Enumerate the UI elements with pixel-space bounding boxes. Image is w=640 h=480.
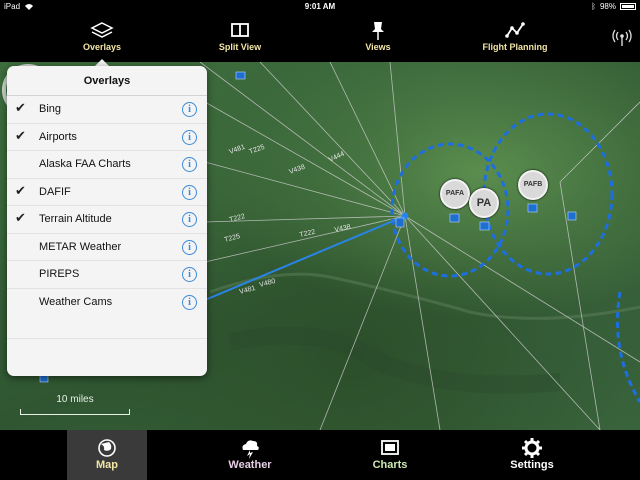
- gps-signal-icon[interactable]: [612, 28, 632, 48]
- checkmark-icon: ✔: [15, 183, 26, 199]
- overlay-label: Bing: [39, 103, 62, 115]
- info-icon[interactable]: i: [182, 212, 197, 227]
- overlay-row[interactable]: ✔ Terrain Altitude i: [7, 206, 207, 234]
- popover-footer: [7, 338, 207, 362]
- airway-label: V481: [239, 285, 257, 296]
- terrain-shade: [228, 326, 561, 394]
- info-icon[interactable]: i: [182, 102, 197, 117]
- info-icon[interactable]: i: [182, 157, 197, 172]
- tab-weather[interactable]: Weather: [210, 430, 290, 480]
- airway-label: V444: [328, 151, 346, 164]
- airway-label: V480: [259, 278, 277, 289]
- scale-label: 10 miles: [56, 394, 94, 405]
- map-marker: [395, 217, 405, 228]
- overlay-row[interactable]: PIREPS i: [7, 261, 207, 289]
- overlays-button[interactable]: Overlays: [72, 14, 132, 62]
- info-icon[interactable]: i: [182, 294, 197, 310]
- overlays-label: Overlays: [82, 42, 122, 52]
- overlay-label: PIREPS: [39, 268, 80, 280]
- airway-label: T222: [229, 213, 246, 224]
- airway-label: T225: [248, 144, 265, 156]
- airway-label: T225: [224, 233, 241, 244]
- bottom-tab-bar: Map Weather Charts Settings: [0, 430, 640, 480]
- map-marker: [527, 203, 538, 213]
- airport-marker-pafa[interactable]: PAFA: [440, 179, 470, 209]
- flight-planning-label: Flight Planning: [482, 42, 548, 52]
- checkmark-icon: ✔: [15, 128, 26, 144]
- airway-label: V481: [228, 144, 246, 156]
- route-icon: [505, 22, 525, 38]
- scale-line: [20, 409, 130, 415]
- checkmark-icon: [15, 157, 29, 171]
- top-toolbar: Overlays Split View Views Flight Plannin…: [0, 14, 640, 62]
- overlay-label: METAR Weather: [39, 240, 122, 253]
- overlays-popover: Overlays ✔ Bing i ✔ Airports i Alaska FAA Char…: [7, 66, 207, 376]
- tab-settings[interactable]: Settings: [492, 430, 572, 480]
- split-view-button[interactable]: Split View: [210, 14, 270, 62]
- bluetooth-icon: ᛒ: [591, 2, 596, 11]
- info-icon[interactable]: i: [182, 239, 197, 255]
- views-label: Views: [365, 42, 391, 52]
- info-icon[interactable]: i: [182, 267, 197, 282]
- checkmark-icon: [15, 240, 29, 254]
- split-view-label: Split View: [218, 42, 262, 52]
- layers-icon: [90, 22, 114, 38]
- overlay-row[interactable]: METAR Weather i: [7, 234, 207, 261]
- overlay-label: Alaska FAA Charts: [39, 158, 131, 170]
- overlay-label: Terrain Altitude: [39, 213, 112, 225]
- overlay-row[interactable]: ✔ Airports i: [7, 124, 207, 151]
- map-marker: [449, 213, 460, 223]
- overlay-row[interactable]: Alaska FAA Charts i: [7, 151, 207, 179]
- flight-planning-button[interactable]: Flight Planning: [470, 14, 560, 62]
- checkmark-icon: ✔: [15, 211, 26, 226]
- split-view-icon: [231, 23, 249, 37]
- tab-map-label: Map: [96, 459, 118, 471]
- info-icon[interactable]: i: [182, 184, 197, 200]
- airspace-boundaries: [390, 112, 640, 403]
- overlay-label: Airports: [39, 130, 77, 143]
- overlay-row[interactable]: ✔ DAFIF i: [7, 179, 207, 206]
- status-bar: iPad 9:01 AM ᛒ 98%: [0, 0, 640, 14]
- views-button[interactable]: Views: [348, 14, 408, 62]
- chart-icon: [381, 440, 399, 455]
- tab-charts[interactable]: Charts: [350, 430, 430, 480]
- map-marker: [235, 71, 246, 80]
- overlay-row[interactable]: ✔ Bing i: [7, 96, 207, 124]
- tab-map[interactable]: Map: [67, 430, 147, 480]
- checkmark-icon: ✔: [15, 101, 26, 116]
- tab-charts-label: Charts: [372, 459, 408, 471]
- checkmark-icon: [15, 295, 29, 309]
- map-marker: [567, 211, 577, 221]
- tab-weather-label: Weather: [228, 459, 272, 471]
- popover-title: Overlays: [7, 66, 207, 96]
- overlay-label: DAFIF: [39, 185, 71, 198]
- airway-label: V438: [288, 164, 306, 176]
- pushpin-icon: [372, 22, 384, 40]
- storm-cloud-icon: [242, 440, 259, 459]
- map-marker: [479, 221, 490, 231]
- map-scale-bar: 10 miles: [20, 394, 130, 416]
- airport-marker-pa[interactable]: PA: [469, 188, 499, 218]
- clock: 9:01 AM: [304, 2, 336, 11]
- battery-percent: 98%: [599, 2, 616, 11]
- battery-icon: [620, 3, 636, 10]
- overlay-label: Weather Cams: [39, 295, 113, 308]
- overlay-list: ✔ Bing i ✔ Airports i Alaska FAA Charts i ✔ DAFIF…: [7, 96, 207, 316]
- globe-icon: [98, 439, 116, 457]
- info-icon[interactable]: i: [182, 129, 197, 145]
- gear-icon: [522, 438, 542, 458]
- tab-settings-label: Settings: [510, 459, 554, 471]
- airport-marker-pafb[interactable]: PAFB: [518, 170, 548, 200]
- overlay-row[interactable]: Weather Cams i: [7, 289, 207, 317]
- airway-label: V438: [334, 224, 352, 234]
- checkmark-icon: [15, 267, 29, 281]
